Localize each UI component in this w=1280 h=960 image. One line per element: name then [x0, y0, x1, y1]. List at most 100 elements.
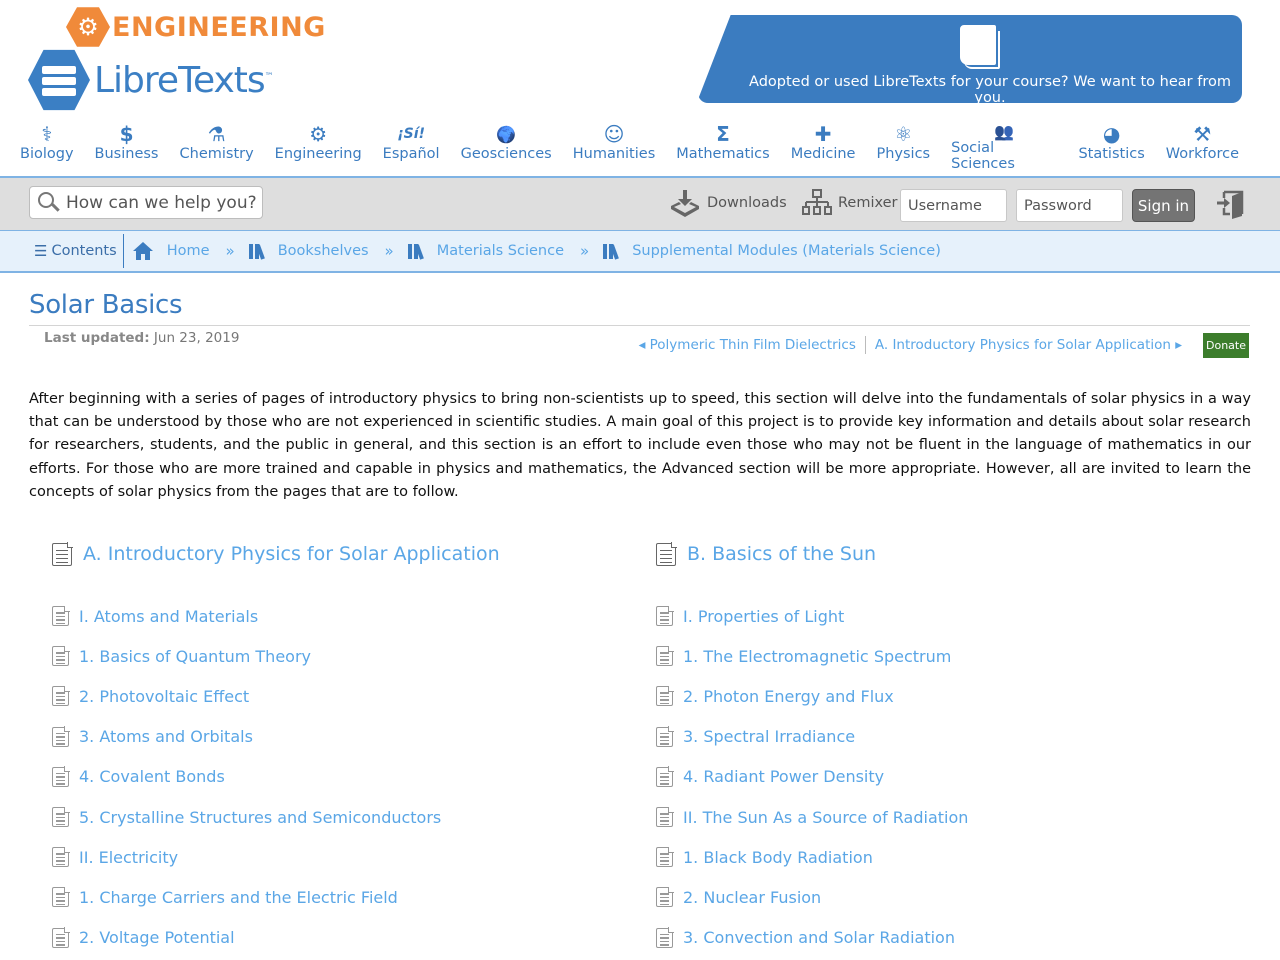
list-item-label: 4. Covalent Bonds [79, 767, 225, 787]
breadcrumb: Home » Bookshelves » Materials Science » Suppl… [124, 241, 941, 261]
section-heading-link[interactable]: B. Basics of the Sun [656, 540, 968, 568]
list-item[interactable]: 2. Voltage Potential [52, 918, 500, 958]
list-item[interactable]: 1. The Electromagnetic Spectrum [656, 636, 968, 676]
list-item[interactable]: 4. Radiant Power Density [656, 757, 968, 797]
engineering-library-logo[interactable]: ⚙ ENGINEERING [66, 4, 326, 50]
document-icon [656, 806, 674, 828]
document-icon [656, 927, 674, 948]
book-stack-icon [28, 49, 90, 111]
subject-nav: ⚕ Biology $ Business ⚗ Chemistry ⚙ Engineering ¡… [20, 120, 1260, 173]
contents-button[interactable]: ☰ Contents [0, 234, 124, 268]
document-icon [52, 766, 70, 787]
document-icon [656, 645, 674, 667]
subject-label: Chemistry [179, 146, 254, 162]
breadcrumb-label: Bookshelves [277, 243, 369, 259]
subject-link-humanities[interactable]: ☺ Humanities [573, 120, 656, 172]
subject-link-statistics[interactable]: ◕ Statistics [1078, 120, 1144, 172]
breadcrumb-item[interactable]: Home [124, 241, 210, 261]
search-input[interactable] [66, 192, 256, 213]
document-icon [656, 766, 674, 787]
list-item[interactable]: I. Atoms and Materials [52, 596, 500, 636]
section-item-list: I. Atoms and Materials 1. Basics of Quant… [52, 596, 500, 958]
previous-page-link[interactable]: ◂ Polymeric Thin Film Dielectrics [639, 337, 856, 353]
subject-link-medicine[interactable]: ✚ Medicine [791, 120, 856, 172]
subject-label: Medicine [790, 146, 856, 162]
username-field[interactable] [900, 189, 1007, 222]
breadcrumb-item[interactable]: Materials Science [407, 243, 565, 260]
section-heading-link[interactable]: A. Introductory Physics for Solar Applic… [52, 540, 500, 568]
subject-link-espa-ol[interactable]: ¡Sí! Español [383, 120, 440, 172]
list-item[interactable]: 5. Crystalline Structures and Semiconduc… [52, 797, 500, 837]
subject-link-workforce[interactable]: ⚒ Workforce [1166, 120, 1239, 172]
section-item-list: I. Properties of Light 1. The Electromagn… [656, 596, 968, 958]
downloads-button[interactable]: Downloads [669, 188, 787, 218]
pie-chart-icon: ◕ [1102, 122, 1121, 146]
login-icon[interactable] [1216, 188, 1248, 220]
list-item-label: 4. Radiant Power Density [683, 767, 885, 787]
list-item[interactable]: 3. Atoms and Orbitals [52, 717, 500, 757]
subject-link-physics[interactable]: ⚛ Physics [876, 120, 930, 172]
section-heading-label: A. Introductory Physics for Solar Applic… [83, 543, 500, 565]
list-item-label: 1. Charge Carriers and the Electric Fiel… [79, 887, 398, 907]
intro-paragraph: After beginning with a series of pages o… [29, 391, 1251, 500]
subject-link-chemistry[interactable]: ⚗ Chemistry [180, 120, 254, 172]
list-item[interactable]: 2. Photovoltaic Effect [52, 676, 500, 716]
document-icon [52, 542, 73, 566]
sign-in-button[interactable]: Sign in [1132, 189, 1195, 222]
adoption-banner[interactable]: Adopted or used LibreTexts for your cour… [698, 15, 1242, 103]
breadcrumb-label: Materials Science [436, 243, 565, 259]
list-item[interactable]: 3. Convection and Solar Radiation [656, 918, 968, 958]
subject-link-mathematics[interactable]: Σ Mathematics [676, 120, 769, 172]
document-icon [656, 726, 674, 747]
breadcrumb-separator: » [384, 242, 394, 260]
list-item[interactable]: 2. Photon Energy and Flux [656, 676, 968, 716]
remixer-button[interactable]: Remixer [802, 188, 898, 218]
list-item[interactable]: 4. Covalent Bonds [52, 757, 500, 797]
subject-label: Business [94, 146, 159, 162]
pager-divider [864, 336, 866, 354]
list-item[interactable]: 1. Basics of Quantum Theory [52, 636, 500, 676]
gear-wrench-icon: ⚙ [66, 7, 110, 47]
breadcrumb-separator: » [225, 242, 235, 260]
page-title: Solar Basics [29, 290, 183, 320]
list-item[interactable]: 1. Charge Carriers and the Electric Fiel… [52, 877, 500, 917]
subject-label: Statistics [1078, 146, 1145, 162]
last-updated-label: Last updated: [44, 330, 150, 346]
section-b: B. Basics of the Sun I. Properties of Lig… [656, 540, 968, 958]
last-updated-value: Jun 23, 2019 [153, 330, 240, 346]
subject-label: Español [382, 146, 440, 162]
list-item-label: 3. Convection and Solar Radiation [683, 928, 955, 948]
list-item[interactable]: II. The Sun As a Source of Radiation [656, 797, 968, 837]
head-icon: ☺ [603, 122, 625, 146]
document-icon [656, 886, 674, 908]
document-icon [656, 605, 674, 627]
next-page-link[interactable]: A. Introductory Physics for Solar Applic… [875, 337, 1182, 353]
subject-link-geosciences[interactable]: 🌍 Geosciences [461, 120, 552, 172]
list-item[interactable]: II. Electricity [52, 837, 500, 877]
list-item[interactable]: 3. Spectral Irradiance [656, 717, 968, 757]
bookshelf-icon [603, 243, 620, 260]
list-item[interactable]: 2. Nuclear Fusion [656, 877, 968, 917]
subject-link-business[interactable]: $ Business [95, 120, 159, 172]
subject-link-biology[interactable]: ⚕ Biology [20, 120, 74, 172]
dollar-icon: $ [119, 122, 134, 146]
breadcrumb-item[interactable]: Supplemental Modules (Materials Science) [603, 243, 941, 260]
gear-wrench-icon: ⚙ [309, 122, 328, 146]
subject-label: Physics [876, 146, 931, 162]
subject-link-engineering[interactable]: ⚙ Engineering [275, 120, 362, 172]
document-icon [52, 886, 70, 908]
list-item[interactable]: 1. Black Body Radiation [656, 837, 968, 877]
list-item[interactable]: I. Properties of Light [656, 596, 968, 636]
list-item-label: 1. Basics of Quantum Theory [79, 646, 311, 666]
subject-link-social-sciences[interactable]: 👥 Social Sciences [951, 120, 1057, 173]
libretexts-logo[interactable]: LibreTexts™ [28, 48, 274, 112]
bookshelf-icon [407, 243, 424, 260]
download-icon [671, 190, 699, 217]
globe-icon: 🌍 [496, 124, 517, 144]
search-box[interactable] [29, 186, 263, 219]
sigma-icon: Σ [716, 122, 730, 146]
breadcrumb-item[interactable]: Bookshelves [248, 243, 369, 260]
donate-button[interactable]: Donate [1203, 333, 1249, 358]
library-name: ENGINEERING [112, 11, 326, 43]
password-field[interactable] [1016, 189, 1123, 222]
